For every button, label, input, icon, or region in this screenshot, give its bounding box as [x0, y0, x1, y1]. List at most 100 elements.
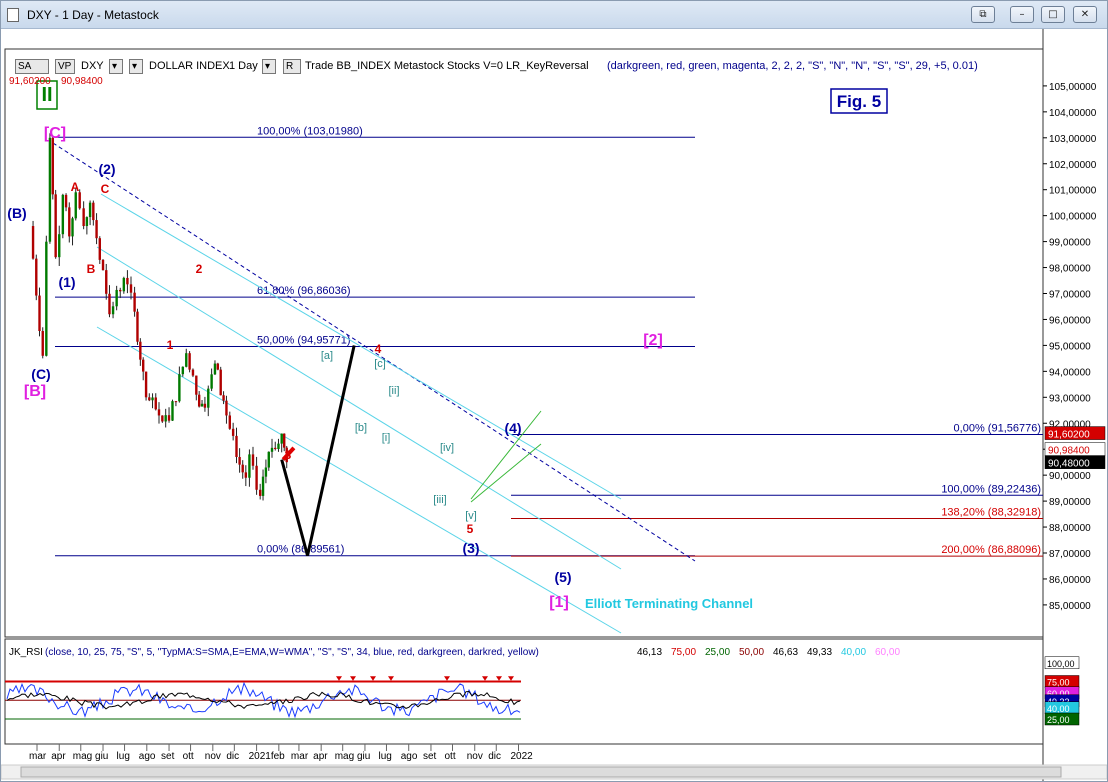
indicator-level-label: 40,00	[1047, 704, 1070, 714]
candle-body	[280, 433, 283, 444]
candle-body	[38, 295, 41, 331]
price-readout-b: 90,98400	[61, 76, 103, 87]
x-tick-label: mar	[291, 751, 309, 762]
symbol-list-icon[interactable]: ▾	[129, 59, 143, 74]
candle-body	[216, 363, 220, 370]
vp-button[interactable]: VP	[55, 59, 75, 74]
x-tick-label: lug	[378, 751, 391, 762]
candle-body	[126, 277, 129, 285]
candle-body	[195, 375, 198, 395]
x-tick-label: 2021	[249, 751, 272, 762]
candle-body	[31, 226, 35, 259]
candle-body	[181, 366, 185, 375]
sa-dropdown[interactable]: SA	[15, 59, 49, 74]
candle-body	[244, 472, 248, 478]
x-tick-label: apr	[51, 751, 66, 762]
candle-body	[92, 202, 95, 221]
candle-body	[267, 451, 270, 468]
candle-body	[258, 489, 262, 496]
x-tick-label: lug	[117, 751, 130, 762]
candle-body	[105, 270, 108, 294]
wave-label: (C)	[31, 366, 50, 382]
close-button[interactable]: ✕	[1073, 6, 1097, 23]
candle-body	[185, 353, 188, 367]
candle-body	[111, 306, 115, 315]
candle-body	[225, 400, 228, 416]
wave-label: (B)	[7, 205, 26, 221]
candle-body	[200, 403, 204, 407]
candle-body	[164, 415, 167, 422]
minimize-button[interactable]: –	[1010, 6, 1034, 23]
x-tick-label: ago	[139, 751, 156, 762]
wave-label: [b]	[355, 422, 367, 434]
candle-body	[235, 435, 238, 457]
y-tick-label: 105,00000	[1049, 82, 1097, 93]
wave-label: 5	[467, 522, 474, 536]
y-tick-label: 104,00000	[1049, 108, 1097, 119]
maximize-button[interactable]: □	[1041, 6, 1065, 23]
y-tick-label: 90,00000	[1049, 471, 1091, 482]
candle-body	[255, 465, 258, 490]
candle-body	[231, 428, 235, 436]
candle-body	[108, 293, 111, 315]
candle-body	[58, 234, 61, 258]
wave-label: [B]	[24, 383, 46, 400]
period-dropdown-icon[interactable]: ▾	[262, 59, 276, 74]
y-tick-label: 88,00000	[1049, 523, 1091, 534]
candle-body	[197, 394, 201, 407]
wave-label: [i]	[382, 432, 391, 444]
indicator-level-label: 100,00	[1047, 659, 1075, 669]
candle-body	[251, 454, 255, 466]
x-tick-label: dic	[226, 751, 239, 762]
symbol-dropdown-icon[interactable]: ▾	[109, 59, 123, 74]
wave-label: [2]	[643, 332, 663, 349]
scrollbar-thumb[interactable]	[20, 766, 1062, 778]
candle-body	[41, 330, 44, 356]
price-tag-label: 90,48000	[1048, 459, 1090, 470]
candle-body	[68, 207, 71, 237]
candle-body	[45, 241, 48, 356]
candle-body	[88, 202, 92, 218]
fib-level-label: 0,00% (86,89561)	[257, 544, 344, 556]
wave-label: 1	[167, 338, 174, 352]
x-tick-label: set	[423, 751, 437, 762]
candle-body	[207, 388, 210, 408]
y-tick-label: 103,00000	[1049, 134, 1097, 145]
y-tick-label: 97,00000	[1049, 290, 1091, 301]
window-title: DXY - 1 Day - Metastock	[27, 8, 159, 22]
x-tick-label: ago	[401, 751, 418, 762]
y-tick-label: 94,00000	[1049, 367, 1091, 378]
indicator-level-label: 25,00	[1047, 715, 1070, 725]
chart-canvas[interactable]: 105,00000 104,00000 103,00000 102,00000 101,…	[1, 29, 1107, 781]
candle-body	[48, 137, 52, 242]
candle-body	[82, 208, 85, 227]
candle-body	[261, 476, 265, 496]
indicator-value: 46,63	[773, 647, 798, 658]
candle-body	[171, 401, 174, 421]
candle-body	[283, 433, 286, 448]
expert-params: (darkgreen, red, green, magenta, 2, 2, 2…	[607, 60, 978, 72]
chart-area: 105,00000 104,00000 103,00000 102,00000 101,…	[1, 29, 1107, 781]
candle-body	[167, 415, 171, 421]
r-dropdown[interactable]: R	[283, 59, 301, 74]
indicator-level-label: 75,00	[1047, 678, 1070, 688]
candle-body	[71, 218, 74, 237]
y-tick-label: 96,00000	[1049, 315, 1091, 326]
fib-level-label: 61,80% (96,86036)	[257, 285, 351, 297]
candle-body	[203, 403, 207, 408]
candle-body	[213, 363, 217, 375]
y-tick-label: 98,00000	[1049, 264, 1091, 275]
x-tick-label: apr	[313, 751, 328, 762]
x-tick-label: nov	[205, 751, 221, 762]
x-tick-label: ott	[444, 751, 455, 762]
candle-body	[274, 447, 277, 449]
wave-label: [C]	[44, 125, 66, 142]
wave-label: 4	[375, 342, 382, 356]
terminating-channel-label: Elliott Terminating Channel	[585, 596, 753, 611]
candle-body	[277, 443, 280, 449]
restore-alt-button[interactable]: ⧉	[971, 6, 995, 23]
price-tag-label: 91,60200	[1048, 430, 1090, 441]
symbol-name: DOLLAR INDEX	[149, 60, 230, 72]
fib-level-label: 200,00% (86,88096)	[941, 544, 1041, 556]
y-tick-label: 85,00000	[1049, 601, 1091, 612]
